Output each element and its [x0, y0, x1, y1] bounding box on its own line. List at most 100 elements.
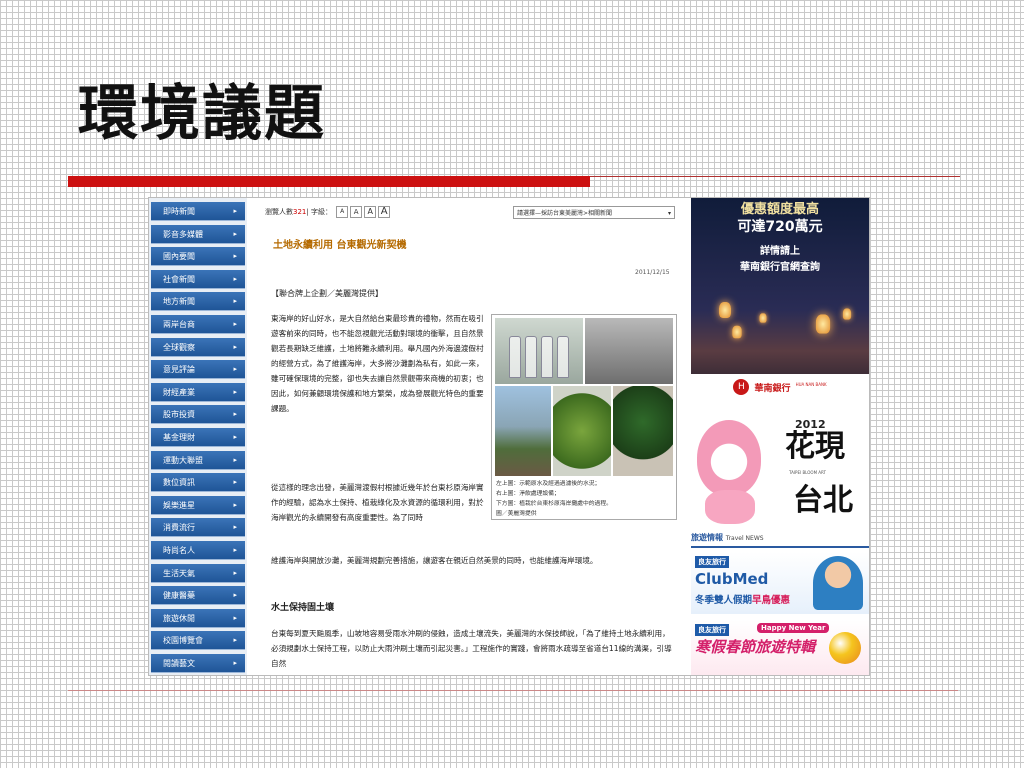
font-size-m-button[interactable]: A	[364, 206, 377, 218]
article-panel: 瀏覽人數321| 字級： AAAA 請選擇—採訪台東美麗灣>相關新聞 ▾ 土地永…	[259, 198, 679, 675]
nav-item-label: 意見評論	[163, 365, 195, 375]
bank-ad-line3: 詳情請上	[760, 246, 800, 257]
nav-item[interactable]: 影音多媒體 ▸	[151, 224, 245, 244]
chevron-right-icon: ▸	[233, 500, 237, 509]
nav-item[interactable]: 股市投資 ▸	[151, 405, 245, 425]
related-news-select-value: 請選擇—採訪台東美麗灣>相關新聞	[517, 210, 613, 217]
bank-logo-name: 華南銀行	[754, 383, 791, 394]
chevron-right-icon: ▸	[233, 613, 237, 622]
nav-item[interactable]: 國內要聞 ▸	[151, 247, 245, 267]
bank-logo: H 華南銀行 HUA NAN BANK	[691, 374, 869, 402]
nav-item-label: 全球觀察	[163, 342, 195, 352]
photo-coast	[495, 386, 551, 476]
nav-item[interactable]: 時尚名人 ▸	[151, 541, 245, 560]
chevron-right-icon: ▸	[233, 659, 237, 667]
nav-item[interactable]: 健康醫藥 ▸	[151, 586, 245, 606]
article-date: 2011/12/15	[635, 269, 670, 276]
views-count: 321	[293, 208, 307, 216]
chevron-right-icon: ▸	[233, 342, 237, 351]
title-underline-bar	[68, 176, 590, 187]
related-news-select[interactable]: 請選擇—採訪台東美麗灣>相關新聞 ▾	[513, 206, 675, 219]
article-meta-bar: 瀏覽人數321| 字級： AAAA	[265, 206, 391, 218]
font-size-label: | 字級：	[306, 208, 332, 216]
lantern-icon	[759, 313, 767, 323]
chevron-right-icon: ▸	[233, 546, 237, 554]
caption-line: 圖／美麗灣提供	[496, 511, 537, 517]
clubmed-name: ClubMed	[695, 570, 769, 588]
font-size-l-button[interactable]: A	[378, 206, 391, 218]
article-section-title: 水土保持固土壤	[271, 603, 335, 613]
bank-ad-top-text: 優惠額度最高	[740, 202, 819, 217]
newyear-brand: 良友旅行	[695, 624, 729, 636]
photo-treatment-equipment	[585, 318, 673, 384]
caption-line: 下方圖：植栽於台東杉原海岸攤處中的過程。	[496, 501, 612, 507]
bank-logo-sub: HUA NAN BANK	[795, 382, 827, 387]
nav-item-label: 健康醫藥	[163, 591, 195, 601]
clubmed-promo-a: 冬季雙人假期	[695, 595, 753, 606]
article-paragraph-3: 維護海岸與開放沙灘，美麗灣規劃完善措施，讓遊客在親近自然美景的同時，也能維護海岸…	[271, 556, 598, 565]
chevron-right-icon: ▸	[233, 274, 237, 283]
lantern-icon	[719, 302, 731, 318]
clubmed-ad[interactable]: 良友旅行 ClubMed 冬季雙人假期早鳥優惠	[691, 552, 869, 614]
nav-item-label: 時尚名人	[163, 546, 195, 555]
nav-item-label: 影音多媒體	[163, 229, 203, 239]
nav-item-label: 娛樂進星	[163, 500, 195, 510]
news-category-nav: 即時新聞 ▸ 影音多媒體 ▸ 國內要聞 ▸ 社會新聞 ▸ 地方新聞 ▸ 兩岸台商 ▸ 全球觀察 ▸ 意見評論…	[149, 198, 247, 675]
nav-item[interactable]: 閱讀藝文 ▸	[151, 654, 245, 673]
nav-item[interactable]: 運動大聯盟 ▸	[151, 450, 245, 470]
nav-item[interactable]: 基金理財 ▸	[151, 428, 245, 447]
nav-item[interactable]: 意見評論 ▸	[151, 360, 245, 380]
nav-item-label: 兩岸台商	[163, 320, 195, 329]
chevron-right-icon: ▸	[233, 568, 237, 577]
new-year-ad[interactable]: 良友旅行 Happy New Year 寒假春節旅遊特輯	[691, 620, 869, 675]
photo-planting	[553, 386, 611, 476]
nav-item-label: 地方新聞	[163, 297, 195, 307]
bank-ad[interactable]: 優惠額度最高 可達720萬元 詳情請上 華南銀行官網查詢 H 華南銀行 HUA …	[691, 198, 869, 402]
nav-item-label: 社會新聞	[163, 274, 195, 284]
chevron-down-icon: ▾	[667, 210, 671, 217]
clubmed-brand: 良友旅行	[695, 556, 729, 568]
travel-news-header: 旅遊情報 Travel NEWS	[691, 532, 869, 548]
flora-word-2: 台北	[793, 483, 853, 518]
nav-item[interactable]: 消費流行 ▸	[151, 518, 245, 538]
font-size-xs-button[interactable]: A	[336, 206, 349, 218]
chevron-right-icon: ▸	[233, 207, 237, 215]
photo-water-bottles	[495, 318, 583, 384]
nav-item-label: 校園博覽會	[163, 636, 203, 646]
chevron-right-icon: ▸	[233, 387, 237, 396]
chevron-right-icon: ▸	[233, 591, 237, 600]
nav-item[interactable]: 旅遊休閒 ▸	[151, 608, 245, 628]
chevron-right-icon: ▸	[233, 229, 237, 238]
nav-item-label: 即時新聞	[163, 207, 195, 216]
chevron-right-icon: ▸	[233, 478, 237, 487]
bank-ad-line4: 華南銀行官網查詢	[740, 262, 820, 273]
photo-caption: 左上圖：示範原水及經過過濾後的水況； 右上圖：淨飲處理設備； 下方圖：植栽於台東…	[496, 479, 674, 519]
nav-item-label: 財經產業	[163, 387, 195, 397]
flora-mascot-body	[705, 490, 755, 524]
chevron-right-icon: ▸	[233, 455, 237, 464]
embedded-screenshot: 即時新聞 ▸ 影音多媒體 ▸ 國內要聞 ▸ 社會新聞 ▸ 地方新聞 ▸ 兩岸台商 ▸ 全球觀察 ▸ 意見評論…	[148, 197, 870, 676]
chevron-right-icon: ▸	[233, 636, 237, 645]
flora-subtitle: TAIPEI BLOOM ART	[789, 470, 826, 475]
nav-item[interactable]: 數位資訊 ▸	[151, 473, 245, 493]
bank-logo-icon: H	[733, 379, 750, 395]
nav-item[interactable]: 生活天氣 ▸	[151, 563, 245, 583]
nav-item-label: 國內要聞	[163, 252, 195, 262]
nav-item[interactable]: 全球觀察 ▸	[151, 337, 245, 357]
nav-item[interactable]: 校園博覽會 ▸	[151, 631, 245, 651]
nav-item[interactable]: 社會新聞 ▸	[151, 269, 245, 289]
article-paragraph-1: 東海岸的好山好水，是大自然給台東最珍貴的禮物，然而在吸引遊客前來的同時，也不能忽…	[271, 314, 484, 413]
nav-item-label: 生活天氣	[163, 568, 195, 578]
nav-item[interactable]: 即時新聞 ▸	[151, 202, 245, 221]
title-rule-line	[590, 176, 960, 177]
nav-item[interactable]: 娛樂進星 ▸	[151, 495, 245, 515]
newyear-deal: 寒假春節旅遊特輯	[695, 638, 816, 656]
nav-item[interactable]: 地方新聞 ▸	[151, 292, 245, 312]
flora-expo-ad[interactable]: 2012 花現 TAIPEI BLOOM ART 台北	[691, 410, 869, 528]
article-photo-box: 左上圖：示範原水及經過過濾後的水況； 右上圖：淨飲處理設備； 下方圖：植栽於台東…	[491, 314, 677, 520]
nav-item-label: 股市投資	[163, 410, 195, 420]
nav-item[interactable]: 兩岸台商 ▸	[151, 315, 245, 334]
flora-mascot-icon	[697, 420, 761, 496]
nav-item[interactable]: 財經產業 ▸	[151, 382, 245, 402]
font-size-s-button[interactable]: A	[350, 206, 363, 218]
